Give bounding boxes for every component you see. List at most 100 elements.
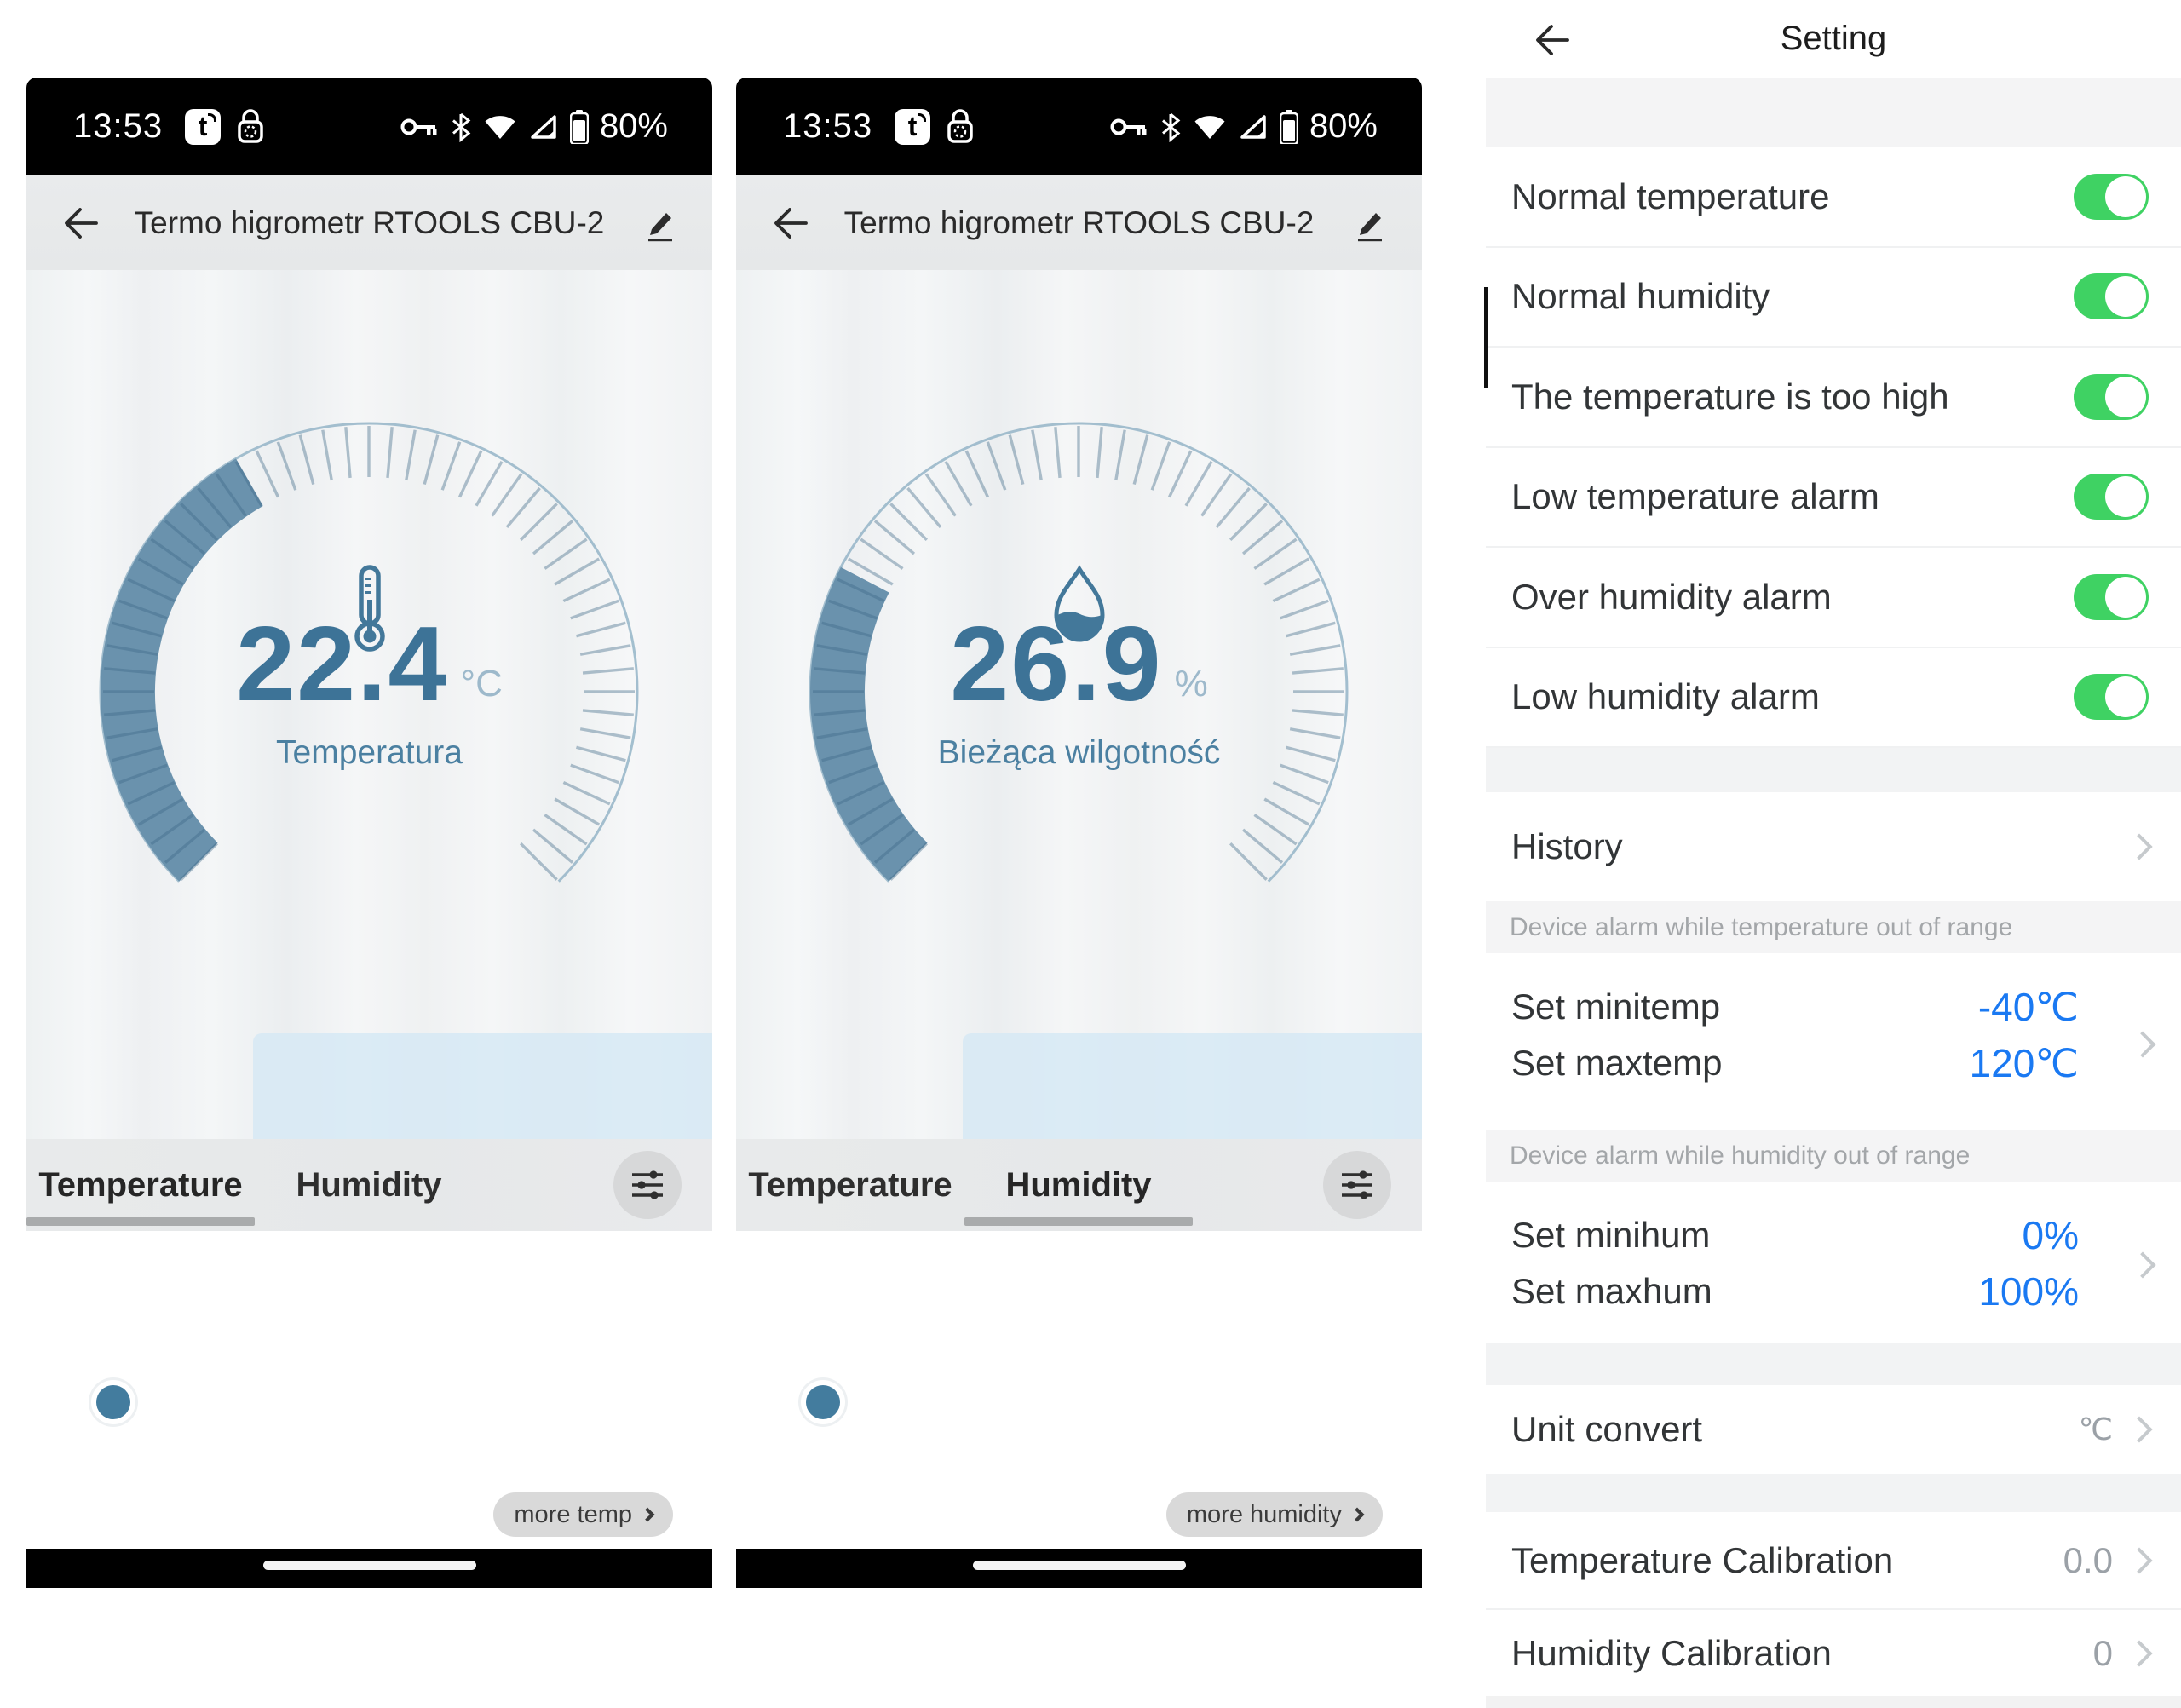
fingerprint-lock-icon (234, 108, 267, 146)
text-cursor-artifact (1484, 287, 1488, 388)
phone-screenshot-temperature: 13:53 t (26, 78, 712, 1588)
humidity-calibration-value: 0 (2093, 1633, 2113, 1674)
cell-signal-icon (528, 113, 559, 141)
gauge-screen: 26.9 % Bieżąca wilgotność (736, 270, 1422, 1139)
vpn-key-icon (400, 114, 439, 140)
settings-panel: Setting Normal temperature Normal humidi… (1486, 0, 2181, 1708)
status-bar: 13:53 t (26, 78, 712, 175)
home-indicator[interactable] (973, 1561, 1186, 1570)
gauge-label: Temperatura (26, 734, 712, 772)
unit-convert-row[interactable]: Unit convert ℃ (1486, 1385, 2181, 1474)
chevron-right-icon (2126, 1640, 2152, 1666)
chart-area: more humidity (736, 1231, 1422, 1549)
status-bar: 13:53 t (736, 78, 1422, 175)
battery-icon (570, 110, 589, 144)
toggle-on[interactable] (2074, 674, 2149, 720)
more-humidity-button[interactable]: more humidity (1166, 1492, 1383, 1537)
maxhum-value: 100% (1978, 1268, 2079, 1314)
humidity-alarm-section-header: Device alarm while humidity out of range (1486, 1130, 2181, 1182)
tab-bar: Temperature Humidity (736, 1139, 1422, 1231)
minihum-value: 0% (2023, 1212, 2079, 1258)
gauge-value: 22.4 °C (26, 601, 712, 728)
unit-value: ℃ (2079, 1412, 2113, 1447)
device-title: Termo higrometr RTOOLS CBU-2 (26, 205, 712, 241)
temperature-value: 22.4 (236, 604, 448, 725)
tab-temperature[interactable]: Temperature (26, 1166, 255, 1205)
app-nav-bar: Termo higrometr RTOOLS CBU-2 (736, 175, 1422, 270)
toggle-row-low-temp-alarm: Low temperature alarm (1486, 448, 2181, 549)
chart-area: more temp (26, 1231, 712, 1549)
tab-humidity[interactable]: Humidity (255, 1166, 483, 1205)
section-spacer (1486, 78, 2181, 147)
temp-range-setting[interactable]: Set minitemp -40℃ Set maxtemp 120℃ (1486, 953, 2181, 1130)
wifi-icon (483, 113, 517, 141)
toggle-on[interactable] (2074, 174, 2149, 220)
android-gesture-bar (26, 1549, 712, 1588)
tuya-app-icon: t (895, 109, 930, 145)
cell-signal-icon (1238, 113, 1269, 141)
tuya-app-icon: t (185, 109, 221, 145)
temp-alarm-section-header: Device alarm while temperature out of ra… (1486, 901, 2181, 953)
toggle-on[interactable] (2074, 374, 2149, 420)
chevron-right-icon (2126, 1547, 2152, 1573)
background-photo-block (963, 1033, 1422, 1139)
clock: 13:53 (73, 107, 163, 146)
section-spacer (1486, 748, 2181, 792)
clock: 13:53 (783, 107, 872, 146)
set-minihum-label: Set minihum (1511, 1215, 1710, 1256)
maxtemp-value: 120℃ (1970, 1040, 2079, 1086)
tab-humidity[interactable]: Humidity (964, 1166, 1193, 1205)
phone-screenshot-humidity: 13:53 t (736, 78, 1422, 1588)
chart-filter-button[interactable] (613, 1151, 682, 1219)
tab-temperature[interactable]: Temperature (736, 1166, 964, 1205)
humidity-range-setting[interactable]: Set minihum 0% Set maxhum 100% (1486, 1182, 2181, 1343)
settings-header: Setting (1486, 0, 2181, 78)
gauge-label: Bieżąca wilgotność (736, 734, 1422, 772)
section-spacer (1486, 1474, 2181, 1512)
device-title: Termo higrometr RTOOLS CBU-2 (736, 205, 1422, 241)
minitemp-value: -40℃ (1978, 984, 2079, 1030)
screenshot-canvas: 13:53 t (0, 0, 2181, 1708)
battery-percent: 80% (600, 107, 668, 146)
history-row[interactable]: History (1486, 792, 2181, 901)
humidity-value: 26.9 (950, 604, 1162, 725)
battery-icon (1280, 110, 1298, 144)
tab-bar: Temperature Humidity (26, 1139, 712, 1231)
page-title: Setting (1486, 20, 2181, 58)
chart-data-dot (96, 1385, 130, 1419)
chevron-right-icon (1350, 1508, 1365, 1522)
active-tab-indicator (964, 1217, 1193, 1226)
home-indicator[interactable] (263, 1561, 476, 1570)
gauge-value: 26.9 % (736, 601, 1422, 728)
humidity-calibration-row[interactable]: Humidity Calibration 0 (1486, 1610, 2181, 1696)
back-icon[interactable] (1530, 19, 1573, 61)
toggle-on[interactable] (2074, 273, 2149, 319)
vpn-key-icon (1109, 114, 1148, 140)
humidity-unit: % (1175, 663, 1208, 705)
toggle-row-normal-temperature: Normal temperature (1486, 147, 2181, 248)
chart-data-dot (806, 1385, 840, 1419)
temp-calibration-value: 0.0 (2063, 1540, 2113, 1581)
temperature-calibration-row[interactable]: Temperature Calibration 0.0 (1486, 1512, 2181, 1610)
toggle-row-low-humidity-alarm: Low humidity alarm (1486, 648, 2181, 749)
battery-percent: 80% (1309, 107, 1378, 146)
toggle-row-temp-too-high: The temperature is too high (1486, 348, 2181, 448)
gauge-screen: 22.4 °C Temperatura (26, 270, 712, 1139)
temperature-unit: °C (460, 663, 502, 705)
background-photo-block (253, 1033, 712, 1139)
section-spacer (1486, 1696, 2181, 1708)
chart-filter-button[interactable] (1323, 1151, 1391, 1219)
set-maxtemp-label: Set maxtemp (1511, 1043, 1722, 1084)
toggle-on[interactable] (2074, 574, 2149, 620)
wifi-icon (1193, 113, 1227, 141)
bluetooth-icon (450, 112, 472, 142)
set-maxhum-label: Set maxhum (1511, 1271, 1712, 1312)
toggle-row-over-humidity-alarm: Over humidity alarm (1486, 548, 2181, 648)
toggle-row-normal-humidity: Normal humidity (1486, 248, 2181, 348)
active-tab-indicator (26, 1217, 255, 1226)
more-temp-button[interactable]: more temp (493, 1492, 673, 1537)
fingerprint-lock-icon (944, 108, 976, 146)
app-nav-bar: Termo higrometr RTOOLS CBU-2 (26, 175, 712, 270)
toggle-on[interactable] (2074, 474, 2149, 520)
android-gesture-bar (736, 1549, 1422, 1588)
